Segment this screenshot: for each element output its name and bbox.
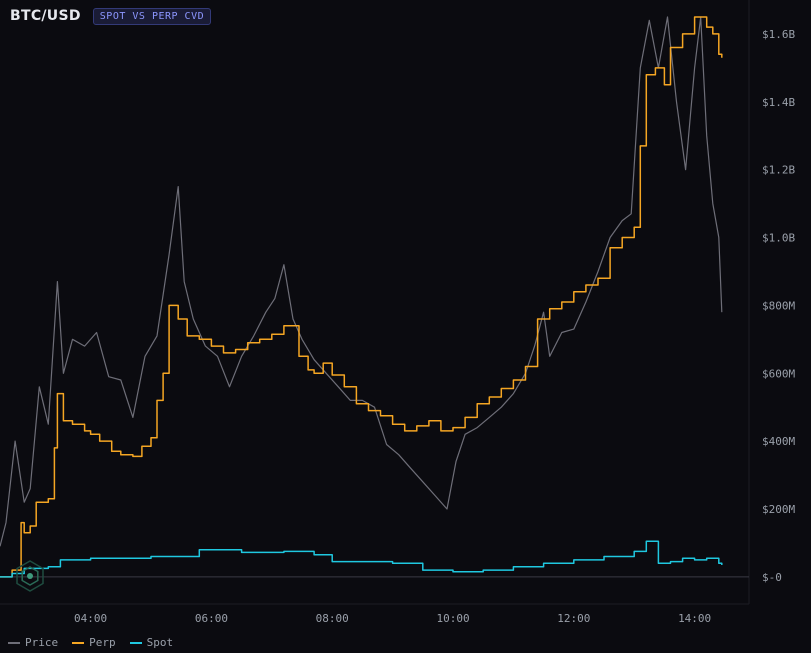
legend-swatch-price: [8, 641, 20, 644]
series-line-perp: [0, 16, 723, 578]
legend-item-spot[interactable]: Spot: [129, 636, 174, 649]
legend: Price Perp Spot: [8, 636, 173, 649]
y-tick-label: $1.6B: [762, 28, 795, 41]
legend-swatch-spot: [129, 641, 142, 644]
y-tick-label: $1.4B: [762, 96, 795, 109]
x-tick-label: 14:00: [678, 612, 711, 625]
series-line-spot: [0, 540, 723, 578]
y-tick-label: $1.2B: [762, 164, 795, 177]
series-layer: [0, 16, 723, 578]
y-tick-label: $1.0B: [762, 232, 795, 245]
y-tick-label: $800M: [762, 299, 795, 312]
legend-item-perp[interactable]: Perp: [72, 636, 116, 649]
axes: $-0 $200M $400M $600M $800M $1.0B $1.2B $1.4B $1…: [74, 28, 795, 625]
y-tick-label: $-0: [762, 571, 782, 584]
y-tick-label: $400M: [762, 435, 795, 448]
y-tick-label: $200M: [762, 503, 795, 516]
legend-label-price: Price: [25, 636, 59, 649]
series-line-price: [0, 16, 723, 547]
exchange-logo-icon: [16, 560, 44, 592]
legend-label-perp: Perp: [89, 636, 116, 649]
x-tick-label: 06:00: [195, 612, 228, 625]
x-tick-label: 10:00: [436, 612, 469, 625]
cvd-chart[interactable]: $-0 $200M $400M $600M $800M $1.0B $1.2B $1.4B $1…: [0, 0, 811, 653]
y-tick-label: $600M: [762, 367, 795, 380]
x-tick-label: 12:00: [557, 612, 590, 625]
legend-swatch-perp: [72, 641, 85, 644]
x-tick-label: 08:00: [316, 612, 349, 625]
grid: [0, 0, 750, 605]
legend-label-spot: Spot: [146, 636, 174, 649]
legend-item-price[interactable]: Price: [8, 636, 58, 649]
x-tick-label: 04:00: [74, 612, 107, 625]
